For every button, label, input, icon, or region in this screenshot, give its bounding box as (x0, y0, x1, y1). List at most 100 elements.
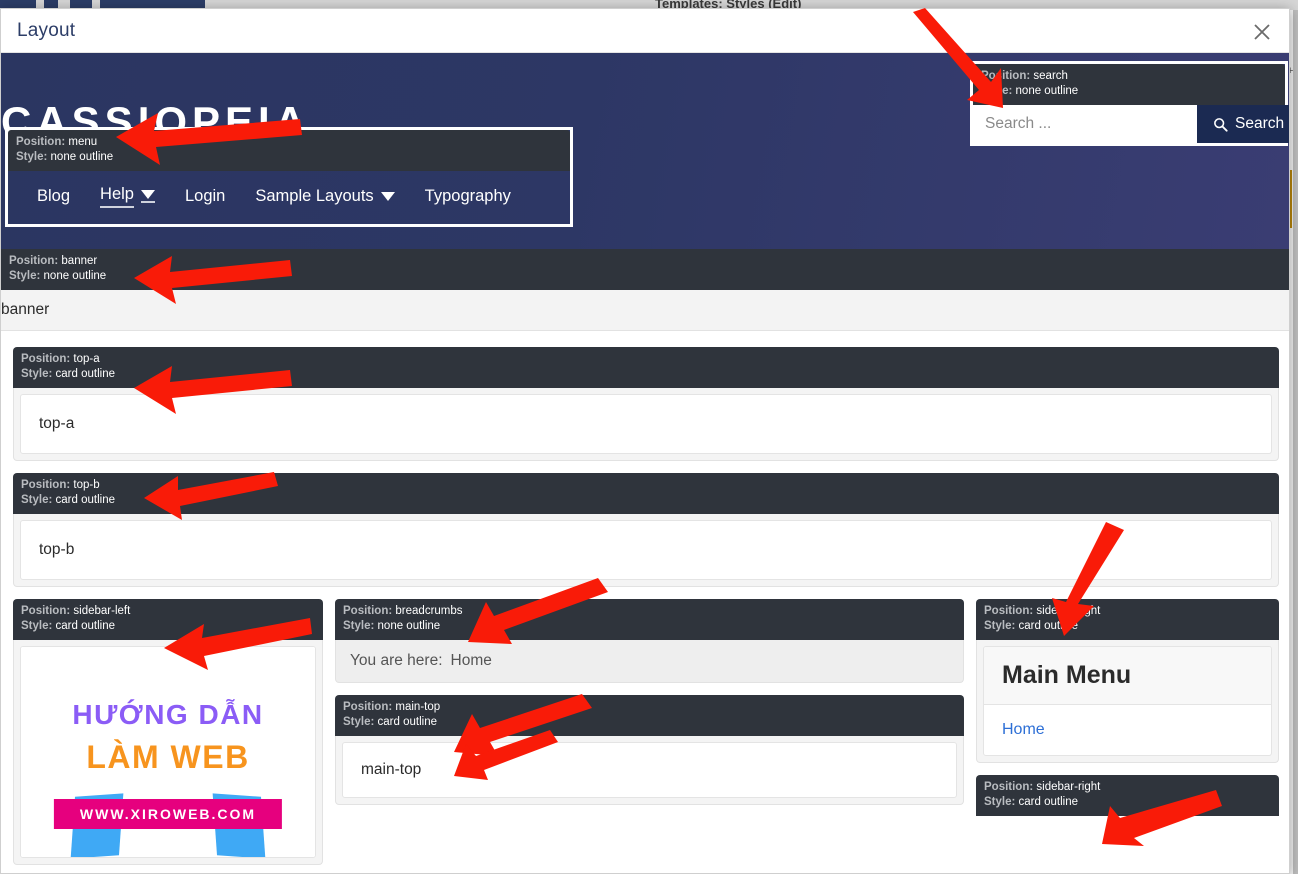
style-key: Style: (984, 620, 1016, 632)
module-sidebar-right-1-position-badge: Position: sidebar-right Style: card outl… (976, 599, 1279, 640)
nav-item-label: Login (184, 187, 226, 205)
nav-item-login[interactable]: Login (170, 187, 240, 206)
position-value: breadcrumbs (395, 605, 463, 617)
menu-link-home[interactable]: Home (1002, 721, 1045, 738)
position-value: search (1033, 70, 1068, 82)
nav-item-label: Typography (424, 187, 511, 205)
search-button-label: Search (1235, 115, 1285, 132)
position-value: top-a (73, 353, 100, 365)
position-key: Position: (16, 136, 66, 148)
module-menu-position-badge: Position: menu Style: none outline (8, 130, 570, 171)
modal-body: CASSIOPEIA Position: menu Style: none ou… (1, 53, 1289, 873)
module-sidebar-right-2-position-badge: Position: sidebar-right Style: card outl… (976, 775, 1279, 816)
nav-item-label: Blog (37, 187, 71, 205)
module-breadcrumbs-position-badge: Position: breadcrumbs Style: none outlin… (335, 599, 964, 640)
module-main-top: Position: main-top Style: card outline m… (335, 695, 964, 805)
style-key: Style: (343, 716, 375, 728)
style-key: Style: (21, 368, 53, 380)
module-sidebar-left-card-outer: HƯỚNG DẪN LÀM WEB WWW.XIROWEB.COM (13, 640, 323, 865)
search-icon (1214, 117, 1228, 132)
style-value: none outline (1015, 85, 1079, 97)
style-value: card outline (1018, 620, 1078, 632)
position-value: sidebar-left (73, 605, 131, 617)
style-value: card outline (55, 368, 115, 380)
chevron-down-icon (140, 190, 155, 203)
style-key: Style: (343, 620, 375, 632)
style-value: card outline (1018, 796, 1078, 808)
widget-menu-list: Home (984, 705, 1271, 755)
module-main-top-body: main-top (342, 742, 957, 798)
navbar-container: Blog Help Login Sample Layouts Typograph… (8, 171, 570, 224)
chevron-down-icon (380, 192, 395, 201)
module-top-b-body: top-b (20, 520, 1272, 580)
module-banner-body: banner (1, 290, 1289, 331)
breadcrumb-current: Home (450, 652, 492, 669)
position-value: menu (68, 136, 98, 148)
position-key: Position: (984, 605, 1034, 617)
position-value: sidebar-right (1036, 781, 1101, 793)
position-key: Position: (21, 605, 71, 617)
module-sidebar-right-1-card-outer: Main Menu Home (976, 640, 1279, 763)
style-key: Style: (21, 620, 53, 632)
position-value: banner (61, 255, 98, 267)
style-value: none outline (50, 151, 114, 163)
module-sidebar-left: Position: sidebar-left Style: card outli… (13, 599, 323, 865)
module-sidebar-left-position-badge: Position: sidebar-left Style: card outli… (13, 599, 323, 640)
style-value: none outline (43, 270, 107, 282)
module-sidebar-right-2: Position: sidebar-right Style: card outl… (976, 775, 1279, 816)
position-key: Position: (343, 605, 393, 617)
module-top-a-position-badge: Position: top-a Style: card outline (13, 347, 1279, 388)
nav-item-help[interactable]: Help (85, 185, 170, 208)
module-menu: Position: menu Style: none outline Blog (5, 127, 573, 227)
nav-item-blog[interactable]: Blog (22, 187, 85, 206)
style-value: none outline (377, 620, 441, 632)
position-key: Position: (21, 353, 71, 365)
search-input[interactable] (973, 105, 1197, 143)
style-key: Style: (984, 796, 1016, 808)
search-form: Search (973, 105, 1289, 143)
position-key: Position: (343, 701, 393, 713)
list-item[interactable]: Home (984, 705, 1271, 755)
page-scrollbar[interactable] (1293, 10, 1298, 874)
module-top-a-body: top-a (20, 394, 1272, 454)
position-value: sidebar-right (1036, 605, 1101, 617)
module-main-top-card-outer: main-top (335, 736, 964, 805)
module-search: Position: search Style: none outline Sea… (970, 61, 1289, 146)
module-top-b: Position: top-b Style: card outline top-… (13, 473, 1279, 587)
module-search-position-badge: Position: search Style: none outline (973, 64, 1285, 105)
module-banner-position-badge: Position: banner Style: none outline (1, 249, 1289, 290)
breadcrumb: You are here: Home (335, 640, 964, 683)
position-value: main-top (395, 701, 441, 713)
search-button[interactable]: Search (1197, 105, 1289, 143)
promo-banner-image[interactable]: HƯỚNG DẪN LÀM WEB WWW.XIROWEB.COM (21, 647, 315, 857)
style-value: card outline (55, 494, 115, 506)
style-value: card outline (377, 716, 437, 728)
column-sidebar-right: Position: sidebar-right Style: card outl… (976, 599, 1279, 828)
nav-item-typography[interactable]: Typography (410, 187, 526, 206)
style-key: Style: (21, 494, 53, 506)
modal-title: Layout (17, 19, 76, 41)
nav-item-label: Help (100, 185, 134, 208)
layout-columns: Position: sidebar-left Style: card outli… (13, 599, 1279, 873)
style-key: Style: (9, 270, 41, 282)
module-top-a-card-outer: top-a (13, 388, 1279, 461)
main-navbar: Blog Help Login Sample Layouts Typograph… (8, 171, 570, 224)
module-top-b-position-badge: Position: top-b Style: card outline (13, 473, 1279, 514)
close-icon[interactable] (1249, 19, 1275, 45)
style-value: card outline (55, 620, 115, 632)
layout-modal: Layout CASSIOPEIA Position: menu Style: (0, 8, 1290, 874)
widget-title-main-menu: Main Menu (984, 647, 1271, 705)
position-key: Position: (9, 255, 59, 267)
site-header: CASSIOPEIA Position: menu Style: none ou… (1, 53, 1289, 249)
nav-item-sample-layouts[interactable]: Sample Layouts (240, 187, 409, 206)
promo-line-1: HƯỚNG DẪN (72, 699, 264, 730)
nav-item-label: Sample Layouts (255, 187, 374, 205)
module-banner: Position: banner Style: none outline ban… (1, 249, 1289, 331)
module-top-a: Position: top-a Style: card outline top-… (13, 347, 1279, 461)
column-sidebar-left: Position: sidebar-left Style: card outli… (13, 599, 323, 873)
promo-ribbon-url: WWW.XIROWEB.COM (53, 799, 283, 829)
modal-header: Layout (1, 9, 1289, 53)
module-sidebar-left-card-inner: HƯỚNG DẪN LÀM WEB WWW.XIROWEB.COM (20, 646, 316, 858)
promo-line-2: LÀM WEB (86, 739, 250, 775)
style-key: Style: (981, 85, 1013, 97)
